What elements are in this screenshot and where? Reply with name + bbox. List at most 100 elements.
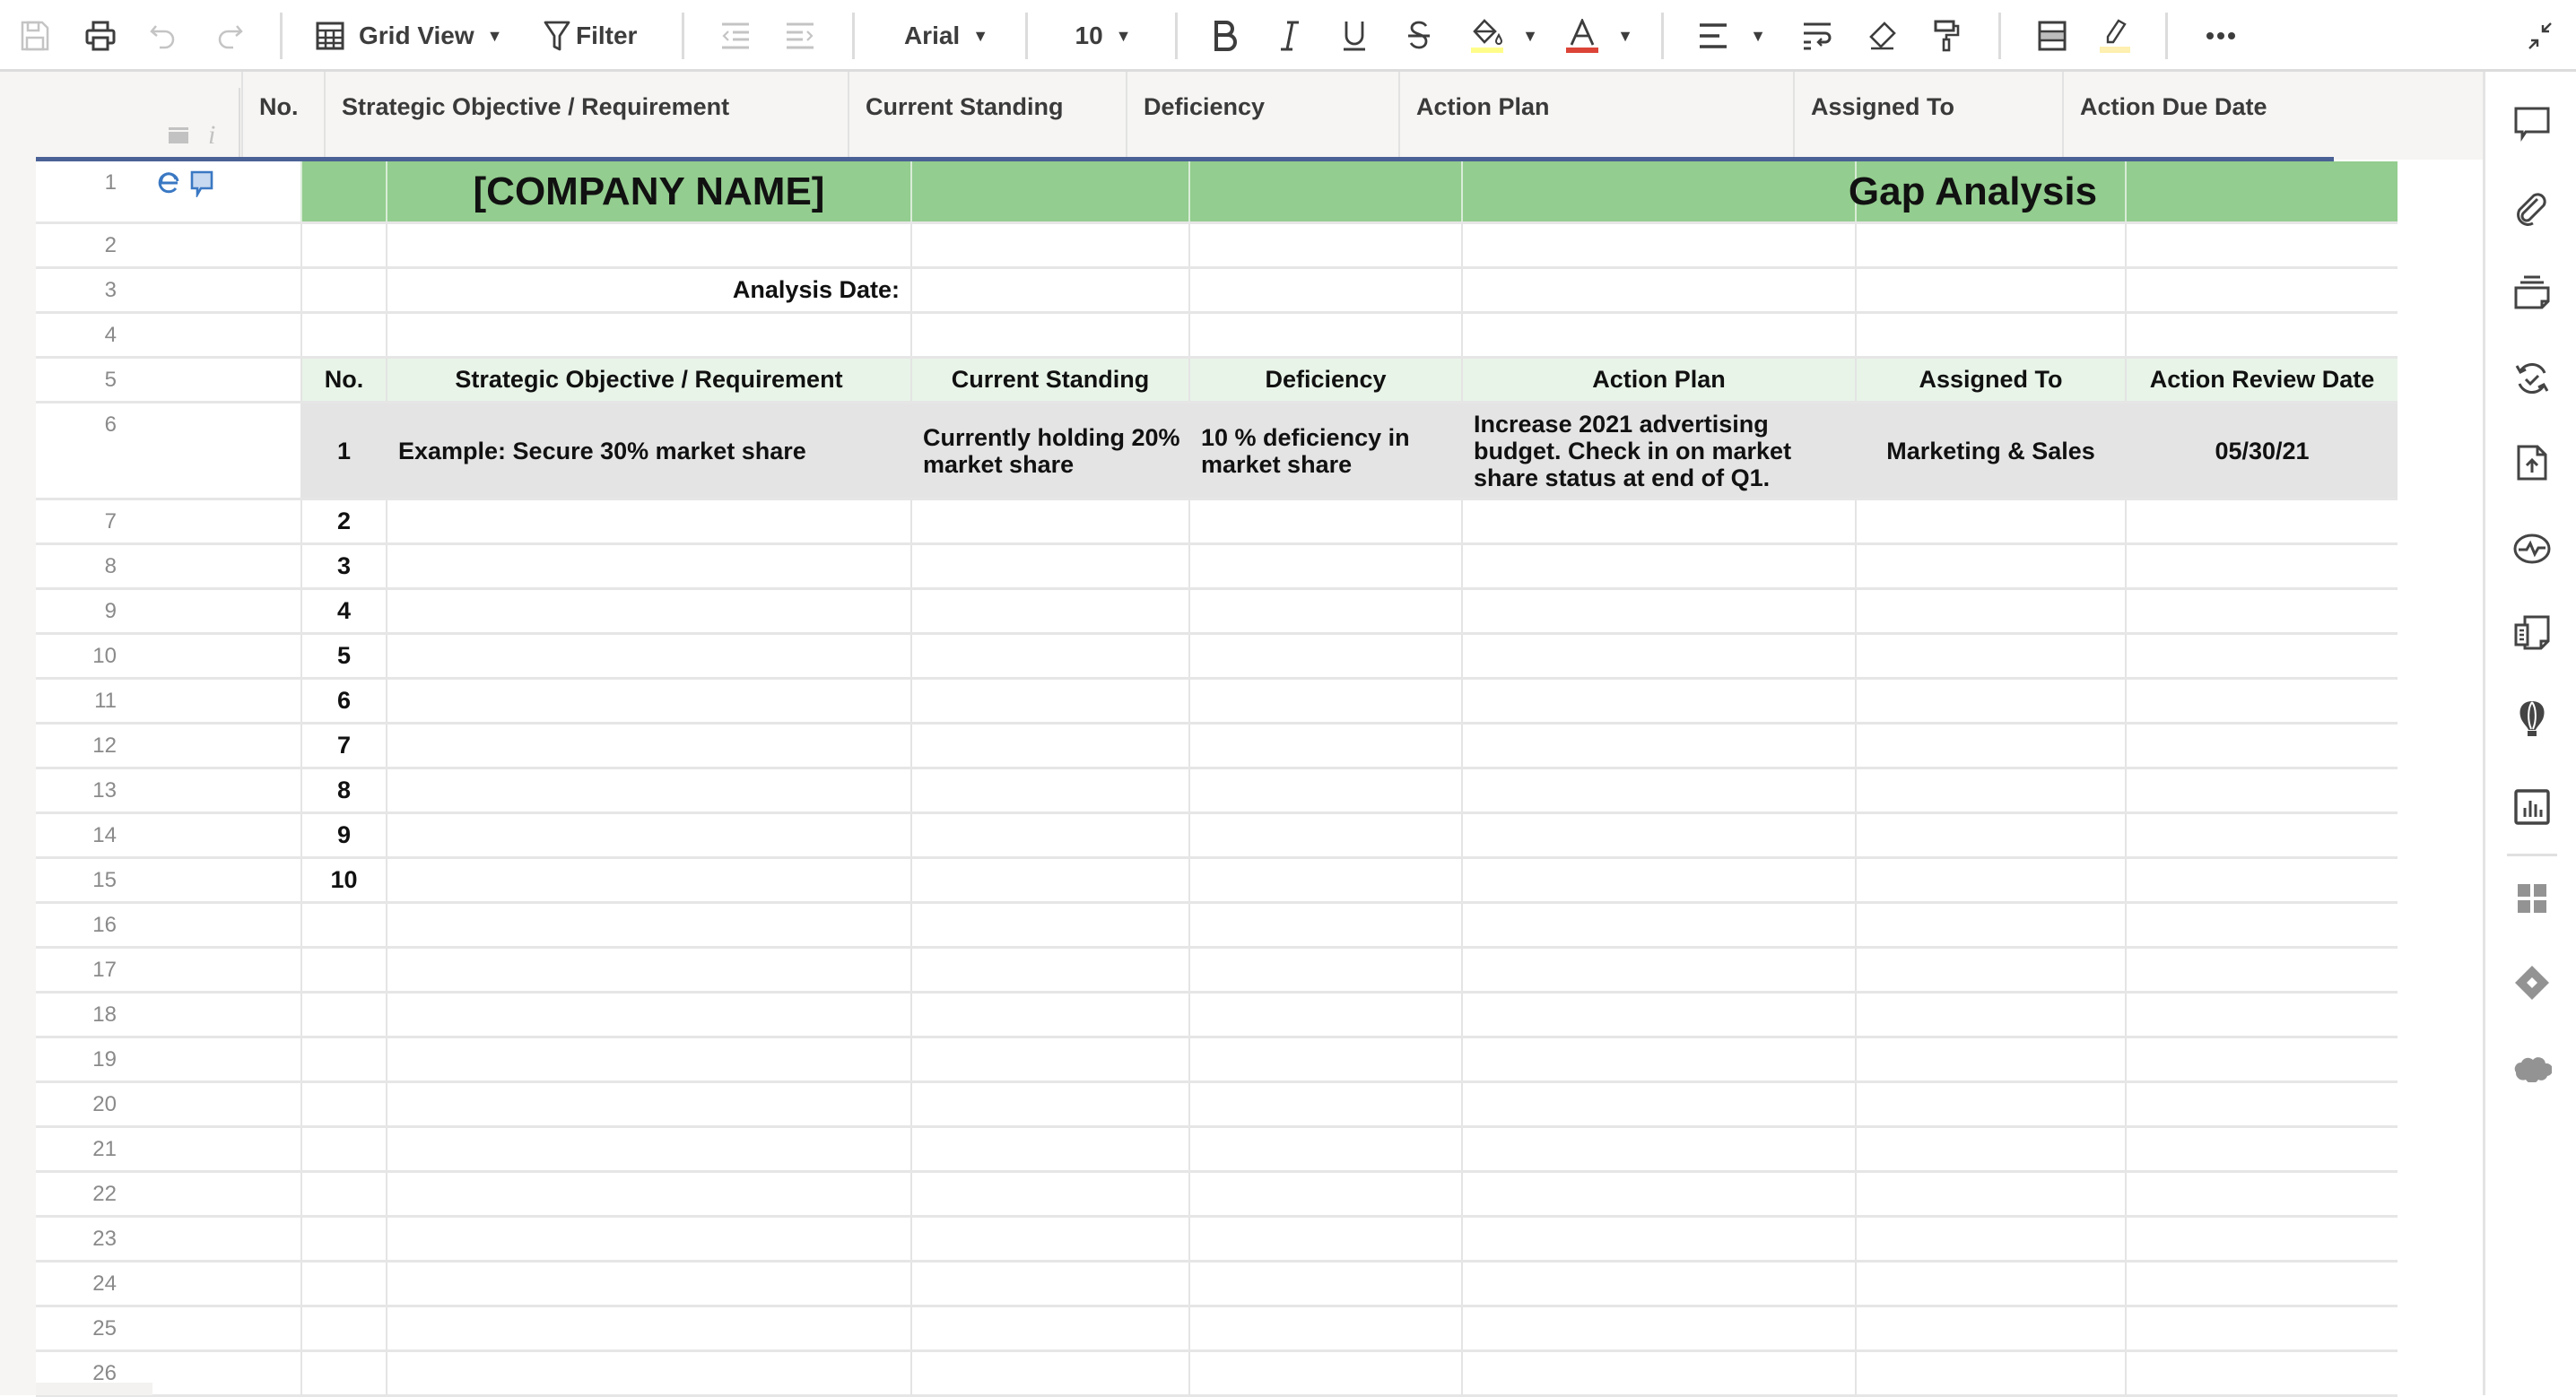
cell-assigned-to[interactable] xyxy=(1855,859,2125,901)
cell-assigned-to[interactable] xyxy=(1855,725,2125,767)
cell-action-plan[interactable] xyxy=(1461,635,1855,677)
cell-deficiency[interactable] xyxy=(1188,1307,1461,1349)
row-header[interactable]: 21 xyxy=(36,1128,300,1170)
cell-standing[interactable] xyxy=(910,1083,1188,1125)
cell-action-plan[interactable] xyxy=(1461,1352,1855,1394)
cell-assigned-to[interactable] xyxy=(1855,1038,2125,1080)
cell-objective[interactable] xyxy=(386,635,910,677)
cell-deficiency[interactable] xyxy=(1188,224,1461,266)
cell-action-plan[interactable] xyxy=(1461,680,1855,722)
cell-deficiency[interactable] xyxy=(1188,1038,1461,1080)
redo-icon[interactable] xyxy=(210,13,248,59)
cell-standing[interactable] xyxy=(910,1218,1188,1260)
cell-assigned-to[interactable] xyxy=(1855,814,2125,856)
cell-standing[interactable] xyxy=(910,590,1188,632)
cell-deficiency[interactable] xyxy=(1188,269,1461,311)
cell-assigned-to[interactable] xyxy=(1855,1307,2125,1349)
cell-deficiency[interactable] xyxy=(1188,1218,1461,1260)
cell-objective[interactable] xyxy=(386,994,910,1036)
column-header-strategic-objective[interactable]: Strategic Objective / Requirement xyxy=(324,72,848,158)
cell-objective[interactable]: Analysis Date: xyxy=(386,269,910,311)
row-header[interactable]: 13 xyxy=(36,769,300,811)
cell-no[interactable]: 5 xyxy=(300,635,386,677)
cell-objective[interactable] xyxy=(386,904,910,946)
cell-no[interactable] xyxy=(300,1128,386,1170)
row-header[interactable]: 3 xyxy=(36,269,300,311)
cell-assigned-to[interactable] xyxy=(1855,590,2125,632)
cell-no[interactable] xyxy=(300,1352,386,1394)
cell-standing[interactable] xyxy=(910,1307,1188,1349)
cell-review-date[interactable] xyxy=(2125,1263,2398,1305)
row-header[interactable]: 4 xyxy=(36,314,300,356)
cell-review-date[interactable] xyxy=(2125,859,2398,901)
row-header[interactable]: 16 xyxy=(36,904,300,946)
cell-objective[interactable] xyxy=(386,1083,910,1125)
row-header[interactable]: 17 xyxy=(36,949,300,991)
cell-objective[interactable] xyxy=(386,500,910,542)
cell-standing[interactable] xyxy=(910,161,1188,221)
cell-standing[interactable] xyxy=(910,224,1188,266)
row-header[interactable]: 11 xyxy=(36,680,300,722)
cell-deficiency[interactable] xyxy=(1188,814,1461,856)
cell-deficiency[interactable] xyxy=(1188,904,1461,946)
cell-no[interactable]: 8 xyxy=(300,769,386,811)
cell-action-plan[interactable] xyxy=(1461,994,1855,1036)
cell-review-date[interactable] xyxy=(2125,500,2398,542)
cell-objective[interactable]: Example: Secure 30% market share xyxy=(386,403,910,498)
cell-assigned-to[interactable]: Marketing & Sales xyxy=(1855,403,2125,498)
cell-no[interactable]: 1 xyxy=(300,403,386,498)
cell-action-plan[interactable] xyxy=(1461,769,1855,811)
cell-objective[interactable] xyxy=(386,859,910,901)
view-selector[interactable]: Grid View ▼ xyxy=(316,13,513,59)
fill-color-button[interactable] xyxy=(1467,13,1507,59)
cell-review-date[interactable] xyxy=(2125,590,2398,632)
cell-action-plan[interactable] xyxy=(1461,859,1855,901)
bold-icon[interactable] xyxy=(1207,13,1243,59)
cell-assigned-to[interactable] xyxy=(1855,269,2125,311)
cell-review-date[interactable] xyxy=(2125,680,2398,722)
cell-assigned-to[interactable] xyxy=(1855,545,2125,587)
cell-standing[interactable] xyxy=(910,814,1188,856)
cell-review-date[interactable]: Action Review Date xyxy=(2125,359,2398,401)
cell-standing[interactable] xyxy=(910,994,1188,1036)
cell-review-date[interactable] xyxy=(2125,1038,2398,1080)
cell-objective[interactable] xyxy=(386,314,910,356)
cell-assigned-to[interactable] xyxy=(1855,500,2125,542)
cell-no[interactable]: 6 xyxy=(300,680,386,722)
more-options-icon[interactable] xyxy=(2203,13,2239,59)
cell-review-date[interactable] xyxy=(2125,1128,2398,1170)
cell-deficiency[interactable] xyxy=(1188,1128,1461,1170)
row-header[interactable]: 2 xyxy=(36,224,300,266)
cell-action-plan[interactable] xyxy=(1461,161,1855,221)
cell-action-plan[interactable] xyxy=(1461,1038,1855,1080)
horizontal-scrollbar[interactable] xyxy=(36,1383,152,1395)
cell-standing[interactable] xyxy=(910,1173,1188,1215)
cell-objective[interactable] xyxy=(386,1307,910,1349)
cell-no[interactable] xyxy=(300,269,386,311)
row-header[interactable]: 5 xyxy=(36,359,300,401)
apps-icon[interactable] xyxy=(2511,877,2554,920)
cell-no[interactable] xyxy=(300,1038,386,1080)
cell-standing[interactable] xyxy=(910,769,1188,811)
cell-deficiency[interactable] xyxy=(1188,1083,1461,1125)
cell-standing[interactable] xyxy=(910,1263,1188,1305)
cell-deficiency[interactable] xyxy=(1188,545,1461,587)
cell-assigned-to[interactable] xyxy=(1855,635,2125,677)
cell-standing[interactable]: Current Standing xyxy=(910,359,1188,401)
cell-review-date[interactable] xyxy=(2125,725,2398,767)
summary-icon[interactable] xyxy=(2511,612,2554,655)
cell-review-date[interactable] xyxy=(2125,635,2398,677)
format-painter-icon[interactable] xyxy=(1928,13,1964,59)
highlight-changes-icon[interactable] xyxy=(2097,13,2133,59)
cell-action-plan[interactable] xyxy=(1461,949,1855,991)
row-header[interactable]: 14 xyxy=(36,814,300,856)
row-header[interactable]: 15 xyxy=(36,859,300,901)
underline-icon[interactable] xyxy=(1336,13,1372,59)
indent-icon[interactable] xyxy=(782,13,818,59)
column-header-current-standing[interactable]: Current Standing xyxy=(848,72,1126,158)
cell-no[interactable] xyxy=(300,314,386,356)
fill-color-dropdown[interactable]: ▼ xyxy=(1519,13,1541,59)
cell-review-date[interactable] xyxy=(2125,814,2398,856)
cell-deficiency[interactable] xyxy=(1188,680,1461,722)
cell-objective[interactable] xyxy=(386,1128,910,1170)
